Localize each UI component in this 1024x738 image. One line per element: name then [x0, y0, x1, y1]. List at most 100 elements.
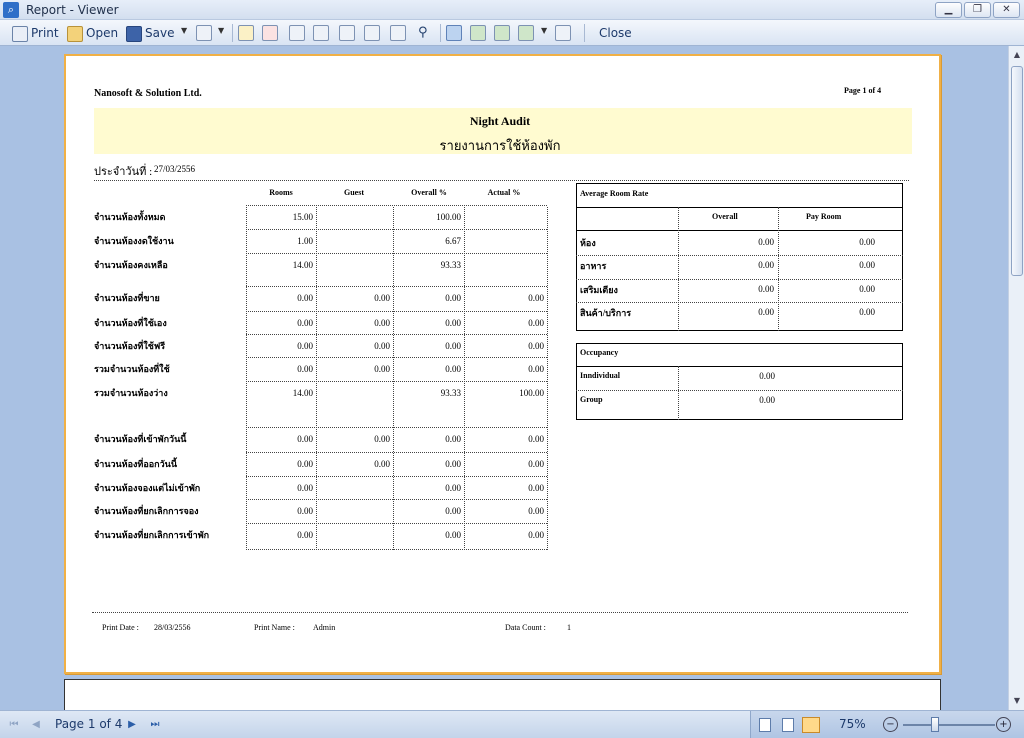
arr-divider [576, 207, 903, 208]
view-dropdown-icon[interactable]: ▼ [541, 26, 547, 35]
table-cell-rooms: 0.00 [297, 459, 313, 469]
delete-page-icon[interactable] [262, 25, 278, 41]
table-cell-actual: 0.00 [528, 364, 544, 374]
single-page-icon[interactable] [446, 25, 462, 41]
zoom-zone: 75% − + [750, 711, 1024, 738]
occupancy-row-line [576, 390, 903, 391]
thumbnails-icon[interactable] [390, 25, 406, 41]
report-subtitle: รายงานการใช้ห้องพัก [439, 138, 561, 153]
arr-overall-value: 0.00 [758, 284, 774, 294]
table-cell-overall: 6.67 [445, 236, 461, 246]
arr-overall-value: 0.00 [758, 307, 774, 317]
multi-page-view-icon[interactable] [802, 717, 820, 733]
maximize-button[interactable]: ❐ [964, 2, 991, 18]
arr-row-line [576, 302, 903, 303]
table-row-line [246, 205, 547, 206]
page-setup-icon[interactable] [313, 25, 329, 41]
row-label: จำนวนห้องที่ใช้เอง [94, 318, 167, 328]
table-cell-guest: 0.00 [374, 318, 390, 328]
arr-payroom-value: 0.00 [859, 237, 875, 247]
table-cell-rooms: 0.00 [297, 483, 313, 493]
table-row-line [246, 334, 547, 335]
full-screen-icon[interactable] [555, 25, 571, 41]
table-cell-actual: 0.00 [528, 483, 544, 493]
close-window-button[interactable]: ✕ [993, 2, 1020, 18]
two-page-icon[interactable] [494, 25, 510, 41]
row-label: รวมจำนวนห้องว่าง [94, 388, 168, 398]
zoom-slider[interactable] [903, 724, 995, 726]
table-row-line [246, 357, 547, 358]
save-dropdown-icon[interactable]: ▼ [181, 26, 187, 35]
arr-overall-value: 0.00 [758, 260, 774, 270]
arr-col-payroom: Pay Room [806, 212, 842, 221]
scroll-thumb[interactable] [1011, 66, 1023, 276]
arr-divider [576, 230, 903, 231]
print-button[interactable]: Print [12, 23, 59, 43]
arr-row-label: อาหาร [580, 261, 607, 271]
row-label: จำนวนห้องที่ออกวันนี้ [94, 459, 177, 469]
separator [232, 24, 233, 42]
open-button[interactable]: Open [67, 23, 118, 43]
continuous-page-icon[interactable] [470, 25, 486, 41]
new-page-icon[interactable] [238, 25, 254, 41]
parameters-icon[interactable] [364, 25, 380, 41]
find-binoculars-icon[interactable]: ⚲ [418, 25, 434, 41]
occupancy-row-label: Group [580, 395, 603, 404]
arr-overall-value: 0.00 [758, 237, 774, 247]
scroll-down-icon[interactable]: ▼ [1010, 694, 1024, 708]
two-page-view-icon[interactable] [782, 718, 794, 732]
table-cell-actual: 0.00 [528, 293, 544, 303]
date-label: ประจำวันที่ : [94, 166, 153, 178]
separator [584, 24, 585, 42]
data-count-value: 1 [567, 623, 571, 632]
multiple-pages-icon[interactable] [518, 25, 534, 41]
table-cell-overall: 0.00 [445, 434, 461, 444]
toolbar: Print Open Save ▼ ▼ ⚲ ▼ Close [0, 20, 1024, 46]
table-cell-actual: 0.00 [528, 318, 544, 328]
send-icon[interactable] [196, 25, 212, 41]
zoom-in-icon[interactable]: + [996, 717, 1011, 732]
single-page-view-icon[interactable] [759, 718, 771, 732]
column-header: Guest [344, 188, 364, 197]
arr-row-label: เสริมเตียง [580, 285, 618, 295]
close-button[interactable]: Close [599, 23, 632, 43]
minimize-button[interactable]: ▁ [935, 2, 962, 18]
scroll-up-icon[interactable]: ▲ [1010, 48, 1024, 62]
row-label: จำนวนห้องงดใช้งาน [94, 236, 174, 246]
row-label: จำนวนห้องทั้งหมด [94, 212, 166, 222]
table-cell-overall: 0.00 [445, 341, 461, 351]
edit-icon[interactable] [289, 25, 305, 41]
save-button[interactable]: Save [126, 23, 174, 43]
window-title: Report - Viewer [26, 3, 119, 17]
vertical-scrollbar[interactable]: ▲ ▼ [1008, 46, 1024, 710]
page-indicator: Page 1 of 4 [844, 86, 882, 95]
first-page-icon[interactable]: ⏮ [6, 717, 22, 733]
arr-row-label: ห้อง [580, 238, 596, 248]
send-dropdown-icon[interactable]: ▼ [218, 26, 224, 35]
table-cell-rooms: 0.00 [297, 293, 313, 303]
folder-icon [67, 25, 83, 42]
table-cell-rooms: 14.00 [292, 260, 313, 270]
table-cell-overall: 0.00 [445, 506, 461, 516]
zoom-out-icon[interactable]: − [883, 717, 898, 732]
bookmark-icon[interactable] [339, 25, 355, 41]
table-row-line [246, 452, 547, 453]
table-cell-guest: 0.00 [374, 434, 390, 444]
date-value: 27/03/2556 [154, 164, 196, 174]
arr-row-line [576, 279, 903, 280]
report-page-2 [64, 679, 941, 710]
next-page-icon[interactable]: ▶ [124, 717, 140, 733]
row-label: จำนวนห้องที่ยกเลิกการจอง [94, 506, 199, 516]
column-header: Overall % [411, 188, 447, 197]
table-cell-overall: 0.00 [445, 530, 461, 540]
table-row-line [246, 253, 547, 254]
last-page-icon[interactable]: ⏭ [147, 717, 163, 733]
zoom-slider-thumb[interactable] [931, 717, 939, 732]
row-label: จำนวนห้องจองแต่ไม่เข้าพัก [94, 483, 201, 493]
previous-page-icon[interactable]: ◀ [28, 717, 44, 733]
row-label: จำนวนห้องที่เข้าพักวันนี้ [94, 434, 187, 444]
occupancy-divider [576, 366, 903, 367]
report-preview-area[interactable]: Nanosoft & Solution Ltd. Page 1 of 4 Nig… [0, 46, 1008, 710]
table-cell-overall: 0.00 [445, 293, 461, 303]
table-cell-guest: 0.00 [374, 293, 390, 303]
